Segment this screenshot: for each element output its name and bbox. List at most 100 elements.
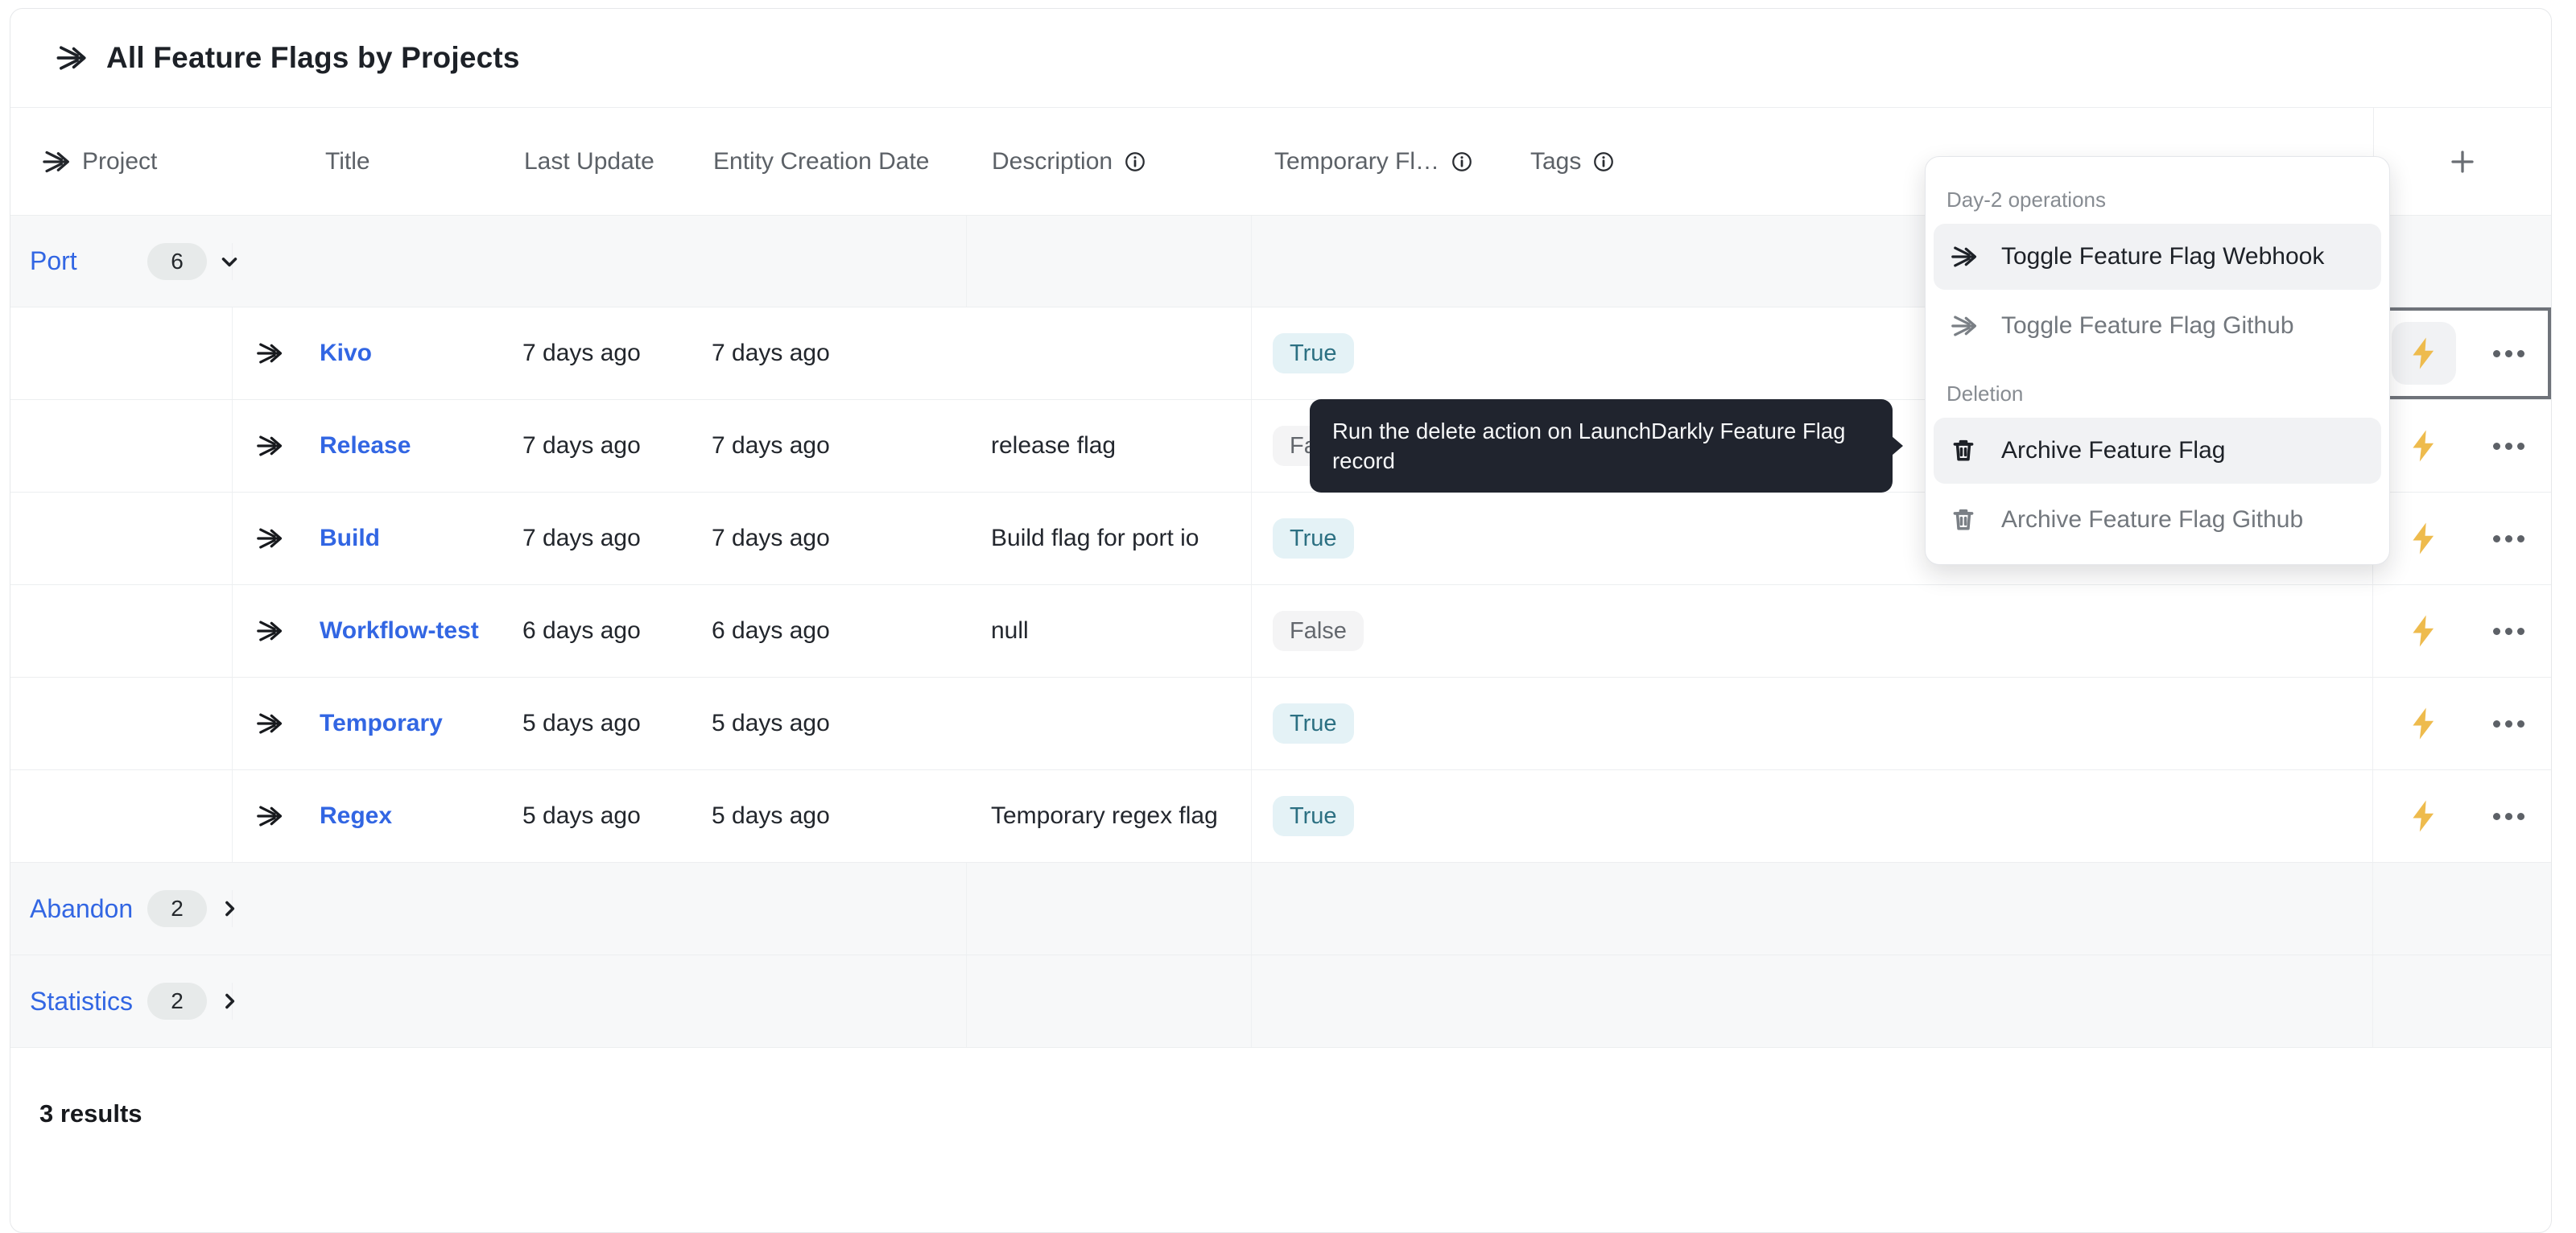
row-menu-button[interactable] [2485, 620, 2533, 643]
row-menu-button[interactable] [2485, 342, 2533, 365]
info-icon[interactable] [1123, 150, 1147, 174]
last-update-cell: 7 days ago [508, 493, 689, 584]
column-header-title[interactable]: Title [233, 108, 508, 215]
last-update-cell: 7 days ago [508, 400, 689, 492]
actions-cell [2373, 493, 2551, 584]
run-action-button[interactable] [2392, 414, 2456, 477]
entity-arrow-icon [255, 709, 284, 738]
run-action-button[interactable] [2392, 322, 2456, 385]
chevron-right-icon[interactable] [217, 897, 242, 921]
run-action-button[interactable] [2392, 600, 2456, 662]
actions-cell [2373, 678, 2551, 769]
menu-item-archive-feature-flag-github[interactable]: Archive Feature Flag Github [1934, 487, 2381, 553]
column-label: Entity Creation Date [713, 148, 929, 175]
tags-cell [1506, 585, 2373, 677]
port-arrow-icon [1950, 311, 1979, 340]
entity-arrow-icon [255, 339, 284, 368]
entity-link[interactable]: Build [320, 525, 380, 552]
column-header-entity-creation-date[interactable]: Entity Creation Date [689, 108, 967, 215]
column-header-project[interactable]: Project [10, 108, 233, 215]
temporary-flag-badge: True [1273, 333, 1354, 373]
description-cell [967, 307, 1252, 399]
group-link-statistics[interactable]: Statistics [30, 987, 133, 1016]
column-label: Tags [1530, 148, 1581, 175]
entity-arrow-icon [255, 802, 284, 831]
description-cell: release flag [967, 400, 1252, 492]
last-update-cell: 6 days ago [508, 585, 689, 677]
trash-icon [1950, 436, 1979, 465]
menu-item-label: Archive Feature Flag [2001, 437, 2225, 464]
plus-icon [2448, 147, 2477, 176]
port-arrow-icon [55, 41, 89, 75]
group-link-abandon[interactable]: Abandon [30, 894, 133, 923]
row-menu-button[interactable] [2485, 712, 2533, 736]
entity-link[interactable]: Temporary [320, 710, 443, 737]
entity-link[interactable]: Workflow-test [320, 617, 479, 645]
menu-item-archive-feature-flag[interactable]: Archive Feature Flag [1934, 418, 2381, 484]
row-menu-button[interactable] [2485, 805, 2533, 828]
group-count-badge: 6 [147, 243, 207, 280]
column-label: Description [992, 148, 1113, 175]
group-row-abandon[interactable]: Abandon 2 [10, 863, 2551, 955]
creation-date-cell: 7 days ago [689, 493, 967, 584]
last-update-cell: 5 days ago [508, 770, 689, 862]
tags-cell [1506, 770, 2373, 862]
entity-link[interactable]: Release [320, 432, 411, 460]
entity-link[interactable]: Kivo [320, 340, 372, 367]
entity-arrow-icon [255, 616, 284, 645]
creation-date-cell: 5 days ago [689, 770, 967, 862]
creation-date-cell: 7 days ago [689, 307, 967, 399]
actions-dropdown-menu: Day-2 operations Toggle Feature Flag Web… [1925, 156, 2390, 565]
action-tooltip: Run the delete action on LaunchDarkly Fe… [1310, 399, 1893, 493]
column-label: Project [82, 148, 157, 175]
temporary-flag-badge: False [1273, 611, 1364, 651]
row-menu-button[interactable] [2485, 527, 2533, 551]
temporary-flag-badge: True [1273, 518, 1354, 559]
actions-cell-focused [2373, 307, 2551, 399]
temporary-flag-badge: True [1273, 796, 1354, 836]
row-menu-button[interactable] [2485, 435, 2533, 458]
menu-section-label: Deletion [1934, 362, 2381, 418]
column-header-description[interactable]: Description [967, 108, 1252, 215]
menu-section-label: Day-2 operations [1934, 168, 2381, 224]
entity-arrow-icon [255, 524, 284, 553]
run-action-button[interactable] [2392, 507, 2456, 570]
column-label: Title [325, 148, 370, 175]
run-action-button[interactable] [2392, 785, 2456, 847]
column-label: Temporary Fl… [1274, 148, 1439, 175]
menu-item-toggle-feature-flag-github[interactable]: Toggle Feature Flag Github [1934, 293, 2381, 359]
menu-item-label: Archive Feature Flag Github [2001, 506, 2303, 534]
column-header-temporary-flag[interactable]: Temporary Fl… [1252, 108, 1506, 215]
trash-icon [1950, 505, 1979, 534]
column-label: Last Update [524, 148, 654, 175]
description-cell: null [967, 585, 1252, 677]
table-row: Regex 5 days ago 5 days ago Temporary re… [10, 770, 2551, 863]
description-cell: Temporary regex flag [967, 770, 1252, 862]
results-count: 3 results [10, 1048, 2551, 1128]
description-cell: Build flag for port io [967, 493, 1252, 584]
creation-date-cell: 5 days ago [689, 678, 967, 769]
last-update-cell: 5 days ago [508, 678, 689, 769]
chevron-right-icon[interactable] [217, 989, 242, 1013]
table-row: Workflow-test 6 days ago 6 days ago null… [10, 585, 2551, 678]
menu-item-toggle-feature-flag-webhook[interactable]: Toggle Feature Flag Webhook [1934, 224, 2381, 290]
creation-date-cell: 7 days ago [689, 400, 967, 492]
entity-arrow-icon [255, 431, 284, 460]
actions-cell [2373, 585, 2551, 677]
blueprint-arrow-icon [41, 146, 72, 177]
port-arrow-icon [1950, 242, 1979, 271]
column-header-last-update[interactable]: Last Update [508, 108, 689, 215]
creation-date-cell: 6 days ago [689, 585, 967, 677]
run-action-button[interactable] [2392, 692, 2456, 755]
chevron-down-icon[interactable] [217, 249, 242, 274]
group-row-statistics[interactable]: Statistics 2 [10, 955, 2551, 1048]
actions-cell [2373, 400, 2551, 492]
group-count-badge: 2 [147, 890, 207, 927]
info-icon[interactable] [1591, 150, 1616, 174]
info-icon[interactable] [1450, 150, 1474, 174]
group-count-badge: 2 [147, 983, 207, 1020]
entity-link[interactable]: Regex [320, 802, 392, 830]
last-update-cell: 7 days ago [508, 307, 689, 399]
group-link-port[interactable]: Port [30, 246, 77, 275]
add-column-button[interactable] [2373, 108, 2551, 215]
